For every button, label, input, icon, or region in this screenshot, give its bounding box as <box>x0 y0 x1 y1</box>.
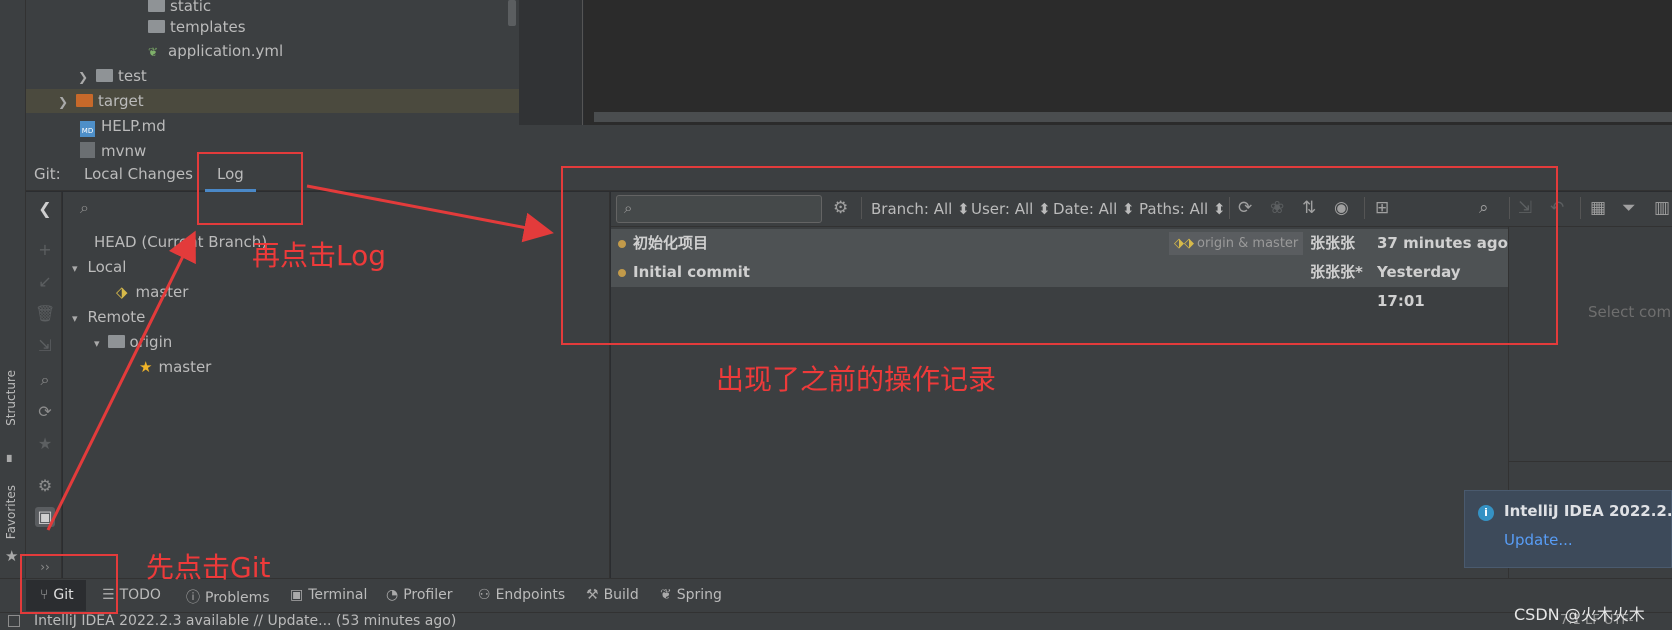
annotation-arrows <box>46 184 554 531</box>
watermark: CSDN @火木火木 <box>1514 605 1645 624</box>
arrow-git-to-log <box>46 230 196 531</box>
arrow-to-log-records <box>306 184 554 243</box>
